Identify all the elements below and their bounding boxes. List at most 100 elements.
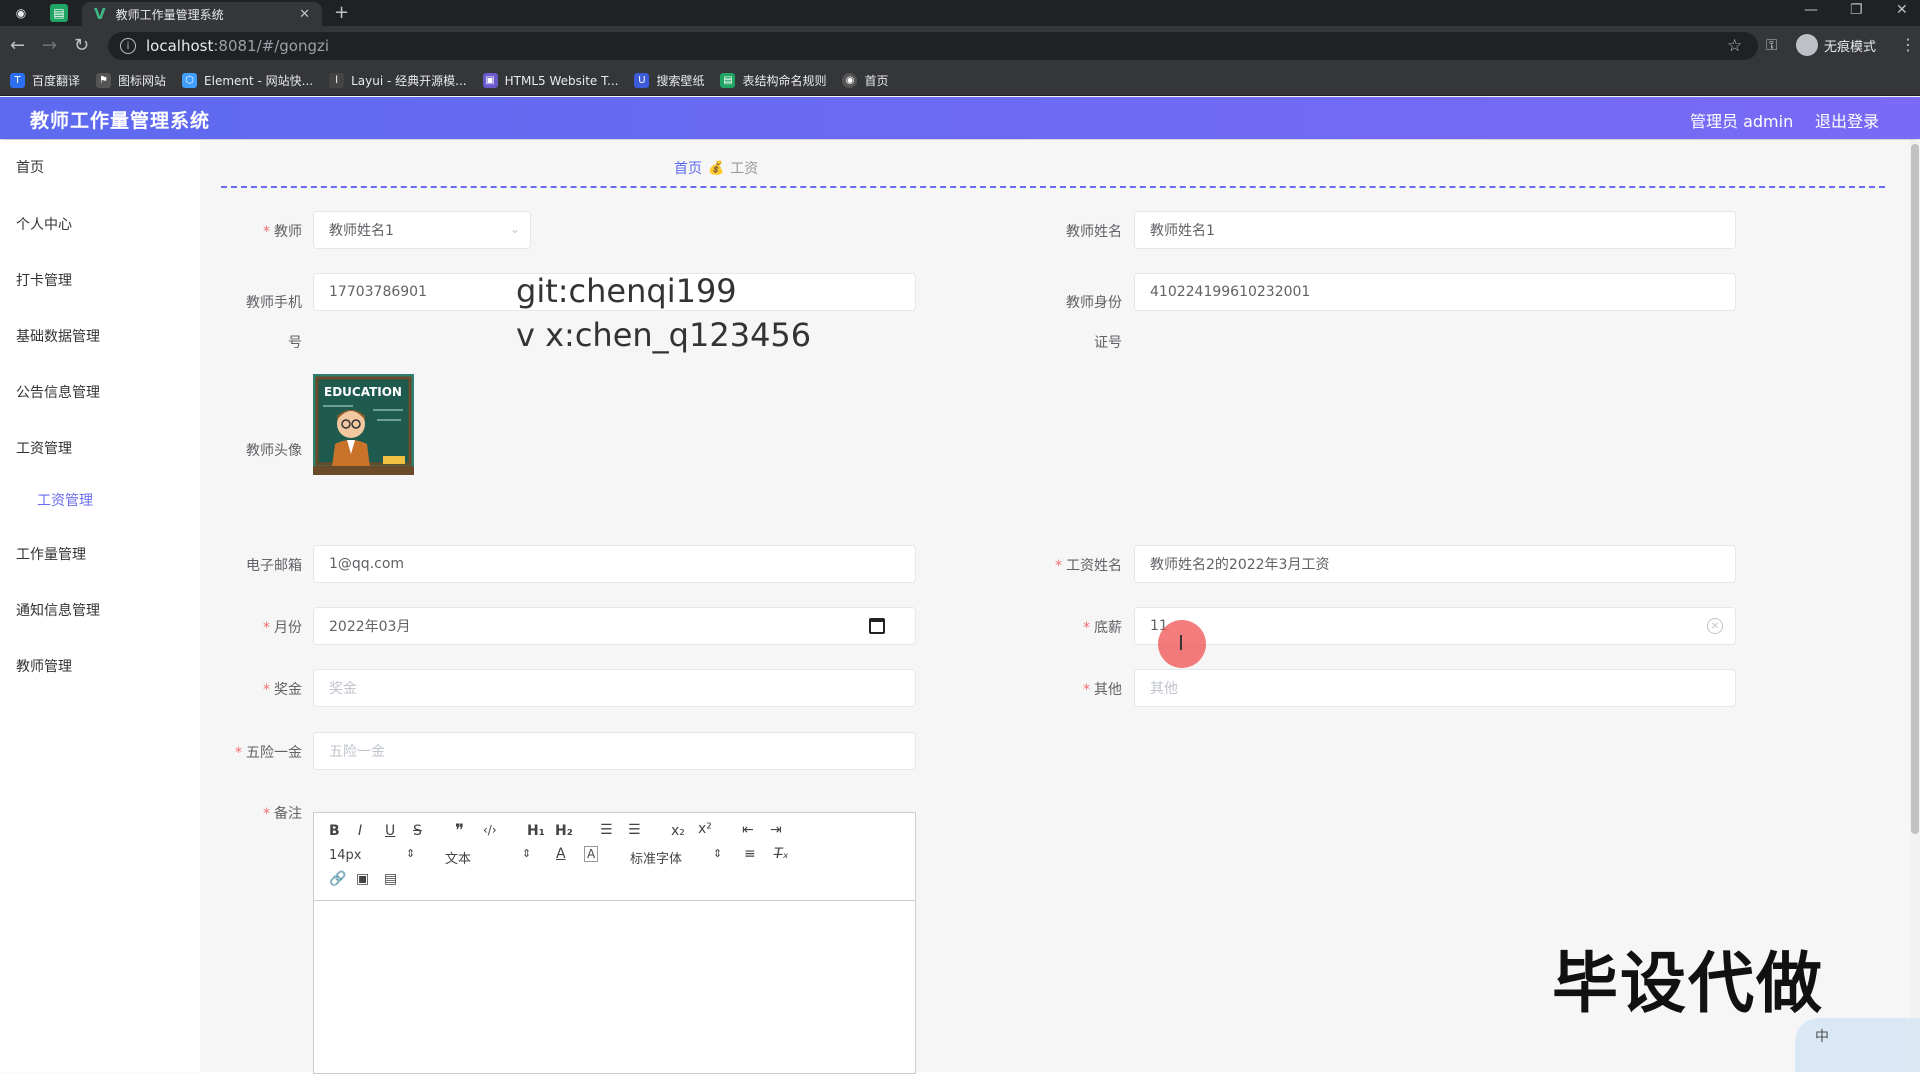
month-label-text: 月份 [274, 620, 302, 636]
teacher-name-field[interactable]: 教师姓名1 [1134, 211, 1736, 249]
link-icon[interactable]: 🔗 [329, 871, 346, 887]
sidebar-item-notice[interactable]: 通知信息管理 [16, 600, 100, 620]
teacher-select[interactable]: 教师姓名1 ⌄ [313, 211, 531, 249]
logout-link[interactable]: 退出登录 [1815, 108, 1879, 132]
font-family-caret-icon: ⇕ [713, 847, 723, 860]
restore-icon[interactable]: ❐ [1850, 2, 1863, 18]
ime-widget[interactable]: 中 [1795, 1018, 1920, 1072]
minimize-icon[interactable]: — [1804, 2, 1818, 18]
bookmark-item[interactable]: ⬡ Element - 网站快... [182, 72, 313, 89]
other-placeholder: 其他 [1150, 681, 1178, 697]
subscript-icon[interactable]: x₂ [671, 823, 685, 839]
other-field[interactable]: 其他 [1134, 669, 1736, 707]
chrome-icon[interactable]: ◉ [12, 4, 30, 22]
bonus-field[interactable]: 奖金 [313, 669, 916, 707]
bullet-list-icon[interactable]: ☰ [628, 822, 641, 838]
bookmark-item[interactable]: U 搜索壁纸 [634, 72, 704, 89]
address-bar: ← → ↻ i localhost:8081/#/gongzi ☆ ⚿ 无痕模式… [0, 26, 1920, 66]
ordered-list-icon[interactable]: ☰ [600, 822, 613, 838]
reload-icon[interactable]: ↻ [74, 35, 89, 56]
key-icon[interactable]: ⚿ [1766, 36, 1777, 54]
pinned-tab-icon[interactable]: ▤ [50, 4, 68, 22]
bookmark-item[interactable]: l Layui - 经典开源模... [329, 72, 467, 89]
base-salary-field[interactable]: 11 ✕ [1134, 607, 1736, 645]
video-icon[interactable]: ▤ [384, 871, 397, 887]
bonus-placeholder: 奖金 [329, 681, 357, 697]
scrollbar-thumb[interactable] [1911, 144, 1919, 834]
sidebar-item-teacher[interactable]: 教师管理 [16, 656, 72, 676]
info-icon[interactable]: i [120, 38, 136, 54]
chevron-down-icon: ⌄ [509, 222, 520, 236]
clear-icon[interactable]: ✕ [1707, 618, 1723, 634]
teacher-select-value: 教师姓名1 [329, 223, 394, 239]
incognito-profile[interactable]: 无痕模式 [1796, 34, 1876, 56]
email-field[interactable]: 1@qq.com [313, 545, 916, 583]
required-icon: * [263, 682, 270, 698]
bookmark-item[interactable]: T 百度翻译 [10, 72, 80, 89]
sidebar-item-profile[interactable]: 个人中心 [16, 214, 72, 234]
close-window-icon[interactable]: ✕ [1896, 2, 1908, 18]
align-icon[interactable]: ≡ [744, 846, 756, 862]
calendar-icon[interactable] [869, 618, 885, 634]
insurance-placeholder: 五险一金 [329, 744, 385, 760]
bookmark-item[interactable]: ▣ HTML5 Website T... [482, 73, 619, 88]
other-label: * 其他 [1032, 679, 1122, 699]
header-select[interactable]: 文本 [445, 848, 471, 867]
underline-icon[interactable]: U [385, 823, 395, 839]
bold-icon[interactable]: B [329, 823, 340, 839]
sidebar-subitem-salary[interactable]: 工资管理 [37, 490, 93, 510]
superscript-icon[interactable]: x² [698, 821, 712, 837]
font-size-select[interactable]: 14px [329, 848, 362, 863]
h2-icon[interactable]: H₂ [555, 823, 573, 839]
image-icon[interactable]: ▣ [356, 871, 369, 887]
breadcrumb-separator-icon: 💰 [708, 160, 725, 176]
blockquote-icon[interactable]: ❞ [455, 821, 464, 841]
outdent-icon[interactable]: ⇤ [742, 822, 754, 838]
h1-icon[interactable]: H₁ [527, 823, 545, 839]
new-tab-icon[interactable]: + [334, 2, 349, 23]
bookmark-item[interactable]: ⚑ 图标网站 [96, 72, 166, 89]
font-family-select[interactable]: 标准字体 [630, 848, 682, 867]
bookmark-star-icon[interactable]: ☆ [1727, 36, 1742, 56]
clear-format-icon[interactable]: T̶ₓ [774, 846, 789, 862]
back-icon[interactable]: ← [10, 35, 25, 56]
url-host: localhost [146, 37, 214, 55]
salary-name-field[interactable]: 教师姓名2的2022年3月工资 [1134, 545, 1736, 583]
bookmark-item[interactable]: ▤ 表结构命名规则 [720, 72, 826, 89]
month-picker[interactable]: 2022年03月 [313, 607, 916, 645]
strike-icon[interactable]: S [413, 823, 422, 839]
incognito-icon [1796, 34, 1818, 56]
page-scrollbar[interactable] [1910, 140, 1920, 1072]
insurance-field[interactable]: 五险一金 [313, 732, 916, 770]
url-field[interactable]: i localhost:8081/#/gongzi [108, 32, 1758, 60]
bookmark-item[interactable]: ◉ 首页 [842, 72, 889, 89]
sidebar-item-salary[interactable]: 工资管理 [16, 438, 72, 458]
avatar-caption: EDUCATION [324, 385, 402, 399]
required-icon: * [263, 620, 270, 636]
idcard-field[interactable]: 410224199610232001 [1134, 273, 1736, 311]
sidebar-item-announcement[interactable]: 公告信息管理 [16, 382, 100, 402]
sidebar-item-workload[interactable]: 工作量管理 [16, 544, 86, 564]
bookmarks-bar: T 百度翻译 ⚑ 图标网站 ⬡ Element - 网站快... l Layui - 经… [0, 66, 1920, 96]
sidebar-item-basedata[interactable]: 基础数据管理 [16, 326, 100, 346]
teacher-avatar[interactable]: EDUCATION [313, 374, 414, 475]
italic-icon[interactable]: I [358, 823, 362, 839]
forward-icon[interactable]: → [42, 35, 57, 56]
header-caret-icon: ⇕ [522, 847, 532, 860]
font-color-icon[interactable]: A [556, 846, 566, 862]
background-color-icon[interactable]: A [584, 846, 599, 862]
salary-name-label: * 工资姓名 [1032, 555, 1122, 575]
breadcrumb-home[interactable]: 首页 [674, 158, 702, 178]
sidebar-item-checkin[interactable]: 打卡管理 [16, 270, 72, 290]
remark-editor[interactable]: B I U S ❞ ‹/› H₁ H₂ ☰ ☰ x₂ x² ⇤ ⇥ 14px ⇕… [313, 812, 916, 1074]
close-tab-icon[interactable]: ✕ [299, 7, 310, 22]
browser-tab-active[interactable]: V 教师工作量管理系统 ✕ [82, 2, 322, 26]
bookmark-label: HTML5 Website T... [504, 73, 619, 88]
vue-icon: V [94, 5, 106, 23]
code-icon[interactable]: ‹/› [483, 823, 497, 837]
required-icon: * [263, 806, 270, 822]
chrome-menu-icon[interactable]: ⋮ [1900, 35, 1916, 54]
indent-icon[interactable]: ⇥ [770, 822, 782, 838]
sidebar-item-home[interactable]: 首页 [16, 157, 44, 177]
phone-label-text: 教师手机号 [246, 295, 302, 351]
